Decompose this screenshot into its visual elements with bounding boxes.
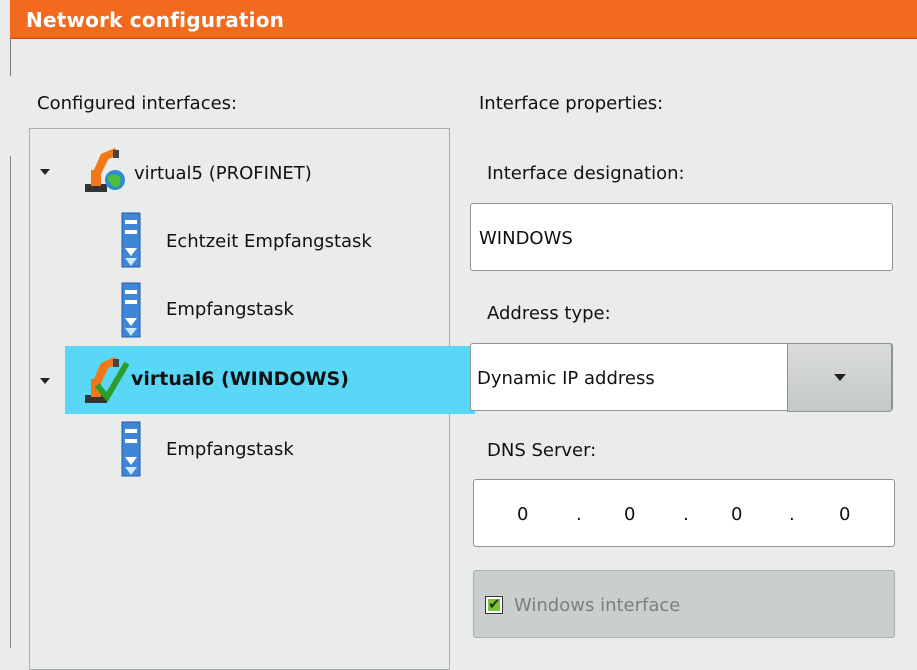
windows-interface-checkbox[interactable]: ✔ (485, 595, 503, 614)
dns-server-input[interactable]: 0 . 0 . 0 . 0 (473, 479, 895, 547)
windows-interface-label: Windows interface (514, 595, 681, 616)
expand-arrow-icon[interactable] (40, 169, 50, 175)
tree-item-virtual6[interactable]: virtual6 (WINDOWS) (65, 346, 475, 414)
address-type-value: Dynamic IP address (477, 368, 655, 389)
dns-octet-1[interactable]: 0 (517, 504, 528, 525)
tree-item-empfangstask[interactable]: Empfangstask (30, 277, 449, 345)
address-type-label: Address type: (487, 303, 611, 324)
dns-octet-2[interactable]: 0 (624, 504, 635, 525)
receive-task-icon (121, 282, 141, 338)
tree-item-label: Echtzeit Empfangstask (166, 231, 372, 252)
expand-arrow-icon[interactable] (40, 378, 50, 384)
chevron-down-icon (834, 374, 846, 381)
receive-task-icon (121, 212, 141, 268)
address-type-dropdown[interactable]: Dynamic IP address (470, 343, 893, 412)
dns-separator: . (789, 504, 795, 525)
robot-globe-icon (85, 148, 125, 192)
tree-item-label: virtual5 (PROFINET) (134, 163, 312, 184)
tree-item-label: Empfangstask (166, 439, 294, 460)
window-left-edge (10, 38, 11, 76)
interface-designation-value: WINDOWS (479, 228, 573, 249)
tree-item-label: Empfangstask (166, 299, 294, 320)
tree-item-empfangstask-2[interactable]: Empfangstask (30, 417, 449, 485)
interface-properties-label: Interface properties: (479, 93, 664, 114)
window-title: Network configuration (26, 8, 285, 32)
interfaces-tree[interactable]: virtual5 (PROFINET) Echtzeit Empfangstas… (29, 128, 475, 670)
interface-designation-label: Interface designation: (487, 163, 685, 184)
dns-separator: . (576, 504, 582, 525)
receive-task-icon (121, 421, 141, 477)
interface-designation-input[interactable]: WINDOWS (470, 203, 893, 271)
tree-item-echtzeit-empfangstask[interactable]: Echtzeit Empfangstask (30, 207, 449, 275)
windows-interface-panel: ✔ Windows interface (473, 570, 895, 638)
dropdown-button[interactable] (787, 343, 892, 412)
dns-separator: . (683, 504, 689, 525)
tree-item-label: virtual6 (WINDOWS) (131, 368, 349, 390)
dns-octet-3[interactable]: 0 (731, 504, 742, 525)
dns-server-label: DNS Server: (487, 440, 597, 461)
robot-check-icon (85, 357, 129, 403)
title-bar: Network configuration (10, 0, 917, 39)
tree-left-border (10, 156, 11, 648)
dns-octet-4[interactable]: 0 (839, 504, 850, 525)
tree-item-virtual5[interactable]: virtual5 (PROFINET) (30, 139, 449, 207)
configured-interfaces-label: Configured interfaces: (37, 93, 238, 114)
checkmark-icon: ✔ (488, 595, 501, 613)
